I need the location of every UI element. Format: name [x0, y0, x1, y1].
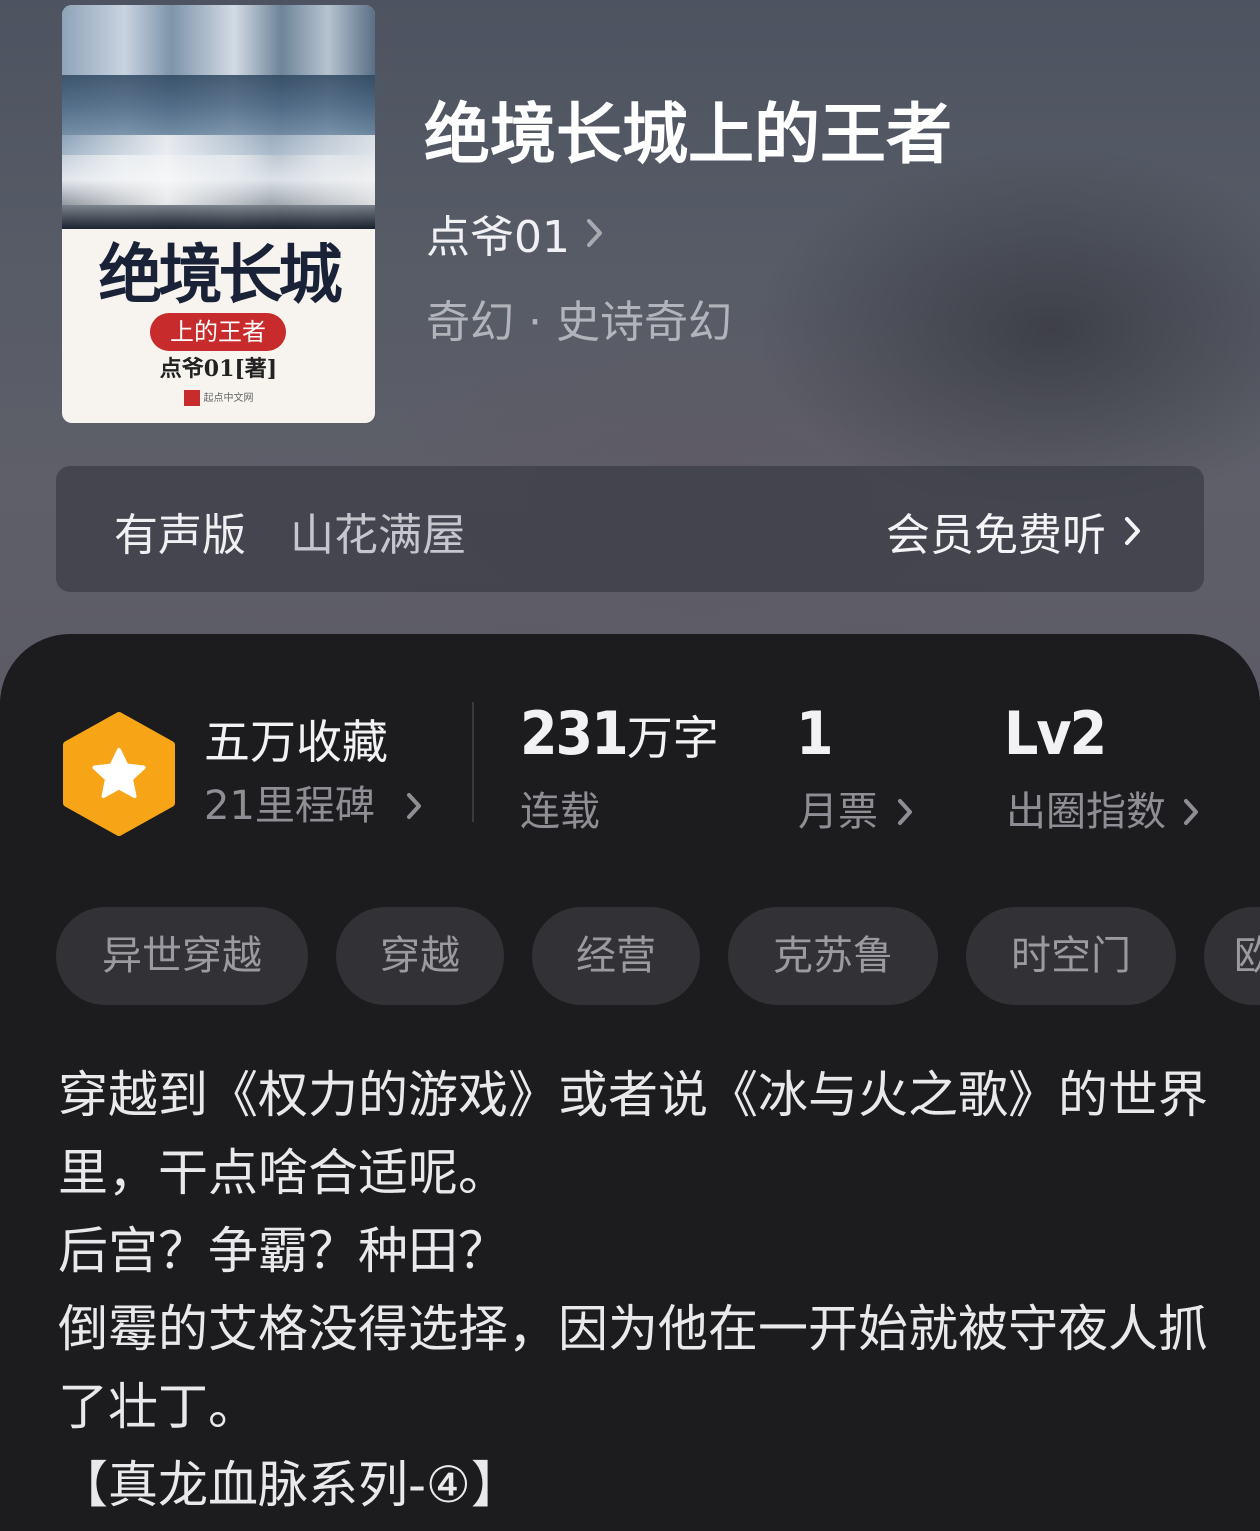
cover-author: 点爷01[著]: [159, 356, 278, 382]
book-description[interactable]: 穿越到《权力的游戏》或者说《冰与火之歌》的世界里，干点啥合适呢。 后宫？争霸？种…: [58, 1056, 1208, 1524]
collection-badge-icon: [60, 712, 178, 836]
tag-chip[interactable]: 经营: [532, 907, 700, 1005]
cover-publisher: 起点中文网: [62, 389, 375, 409]
monthly-ticket-value: 1: [796, 699, 834, 769]
monthly-ticket-label: 月票: [798, 789, 878, 835]
tag-chip[interactable]: 克苏鲁: [728, 907, 938, 1005]
popularity-index-value: Lv2: [1004, 699, 1107, 769]
monthly-ticket-count: 1: [796, 704, 834, 768]
stats-divider: [472, 702, 474, 822]
popularity-index: Lv2: [1004, 704, 1107, 768]
word-count-value: 231: [520, 699, 629, 769]
tag-chip[interactable]: 异世穿越: [56, 907, 308, 1005]
serial-status-label: 连载: [520, 789, 600, 835]
audiobook-narrator: 山花满屋: [290, 510, 466, 561]
chevron-right-icon: [584, 215, 606, 251]
collection-milestone-link[interactable]: 21里程碑: [204, 778, 425, 834]
chevron-right-icon: [1122, 513, 1144, 549]
cover-mist: [62, 135, 375, 205]
chevron-right-icon: [405, 790, 425, 822]
book-genre: 奇幻 · 史诗奇幻: [426, 297, 732, 348]
popularity-index-link[interactable]: 出圈指数: [1006, 784, 1202, 840]
cover-artwork: [62, 5, 375, 229]
description-line: 倒霉的艾格没得选择，因为他在一开始就被守夜人抓了壮丁。: [58, 1300, 1208, 1436]
author-link[interactable]: 点爷01: [426, 203, 606, 263]
serial-status: 连载: [520, 784, 600, 840]
chevron-right-icon: [1182, 796, 1202, 828]
book-title: 绝境长城上的王者: [424, 95, 952, 173]
audiobook-listen-button[interactable]: 会员免费听: [886, 499, 1144, 563]
book-cover[interactable]: 绝境长城 上的王者 点爷01[著] 起点中文网: [62, 5, 375, 423]
description-line: 穿越到《权力的游戏》或者说《冰与火之歌》的世界里，干点啥合适呢。: [58, 1066, 1208, 1202]
audiobook-banner[interactable]: 有声版 山花满屋 会员免费听: [56, 466, 1204, 592]
chevron-right-icon: [896, 796, 916, 828]
author-name: 点爷01: [426, 212, 570, 263]
word-count-unit: 万字: [626, 711, 719, 765]
word-count: 231万字: [520, 704, 719, 768]
popularity-index-label: 出圈指数: [1006, 789, 1166, 835]
audiobook-label: 有声版: [114, 510, 246, 561]
tag-chip[interactable]: 时空门: [966, 907, 1176, 1005]
audiobook-action-label: 会员免费听: [886, 510, 1106, 561]
description-line: 【真龙血脉系列-④】: [58, 1456, 521, 1514]
cover-subtitle: 上的王者: [150, 313, 286, 351]
tag-chip[interactable]: 欧: [1204, 907, 1260, 1005]
collection-title: 五万收藏: [204, 715, 388, 769]
collection-milestone: 21里程碑: [204, 783, 375, 829]
tag-chip[interactable]: 穿越: [336, 907, 504, 1005]
cover-publisher-text: 起点中文网: [203, 393, 254, 404]
cover-title: 绝境长城: [98, 238, 343, 313]
publisher-logo-icon: [183, 390, 200, 406]
description-line: 后宫？争霸？种田？: [58, 1222, 508, 1280]
monthly-ticket-link[interactable]: 月票: [798, 784, 916, 840]
tag-list: 异世穿越 穿越 经营 克苏鲁 时空门 欧: [56, 907, 1260, 1005]
